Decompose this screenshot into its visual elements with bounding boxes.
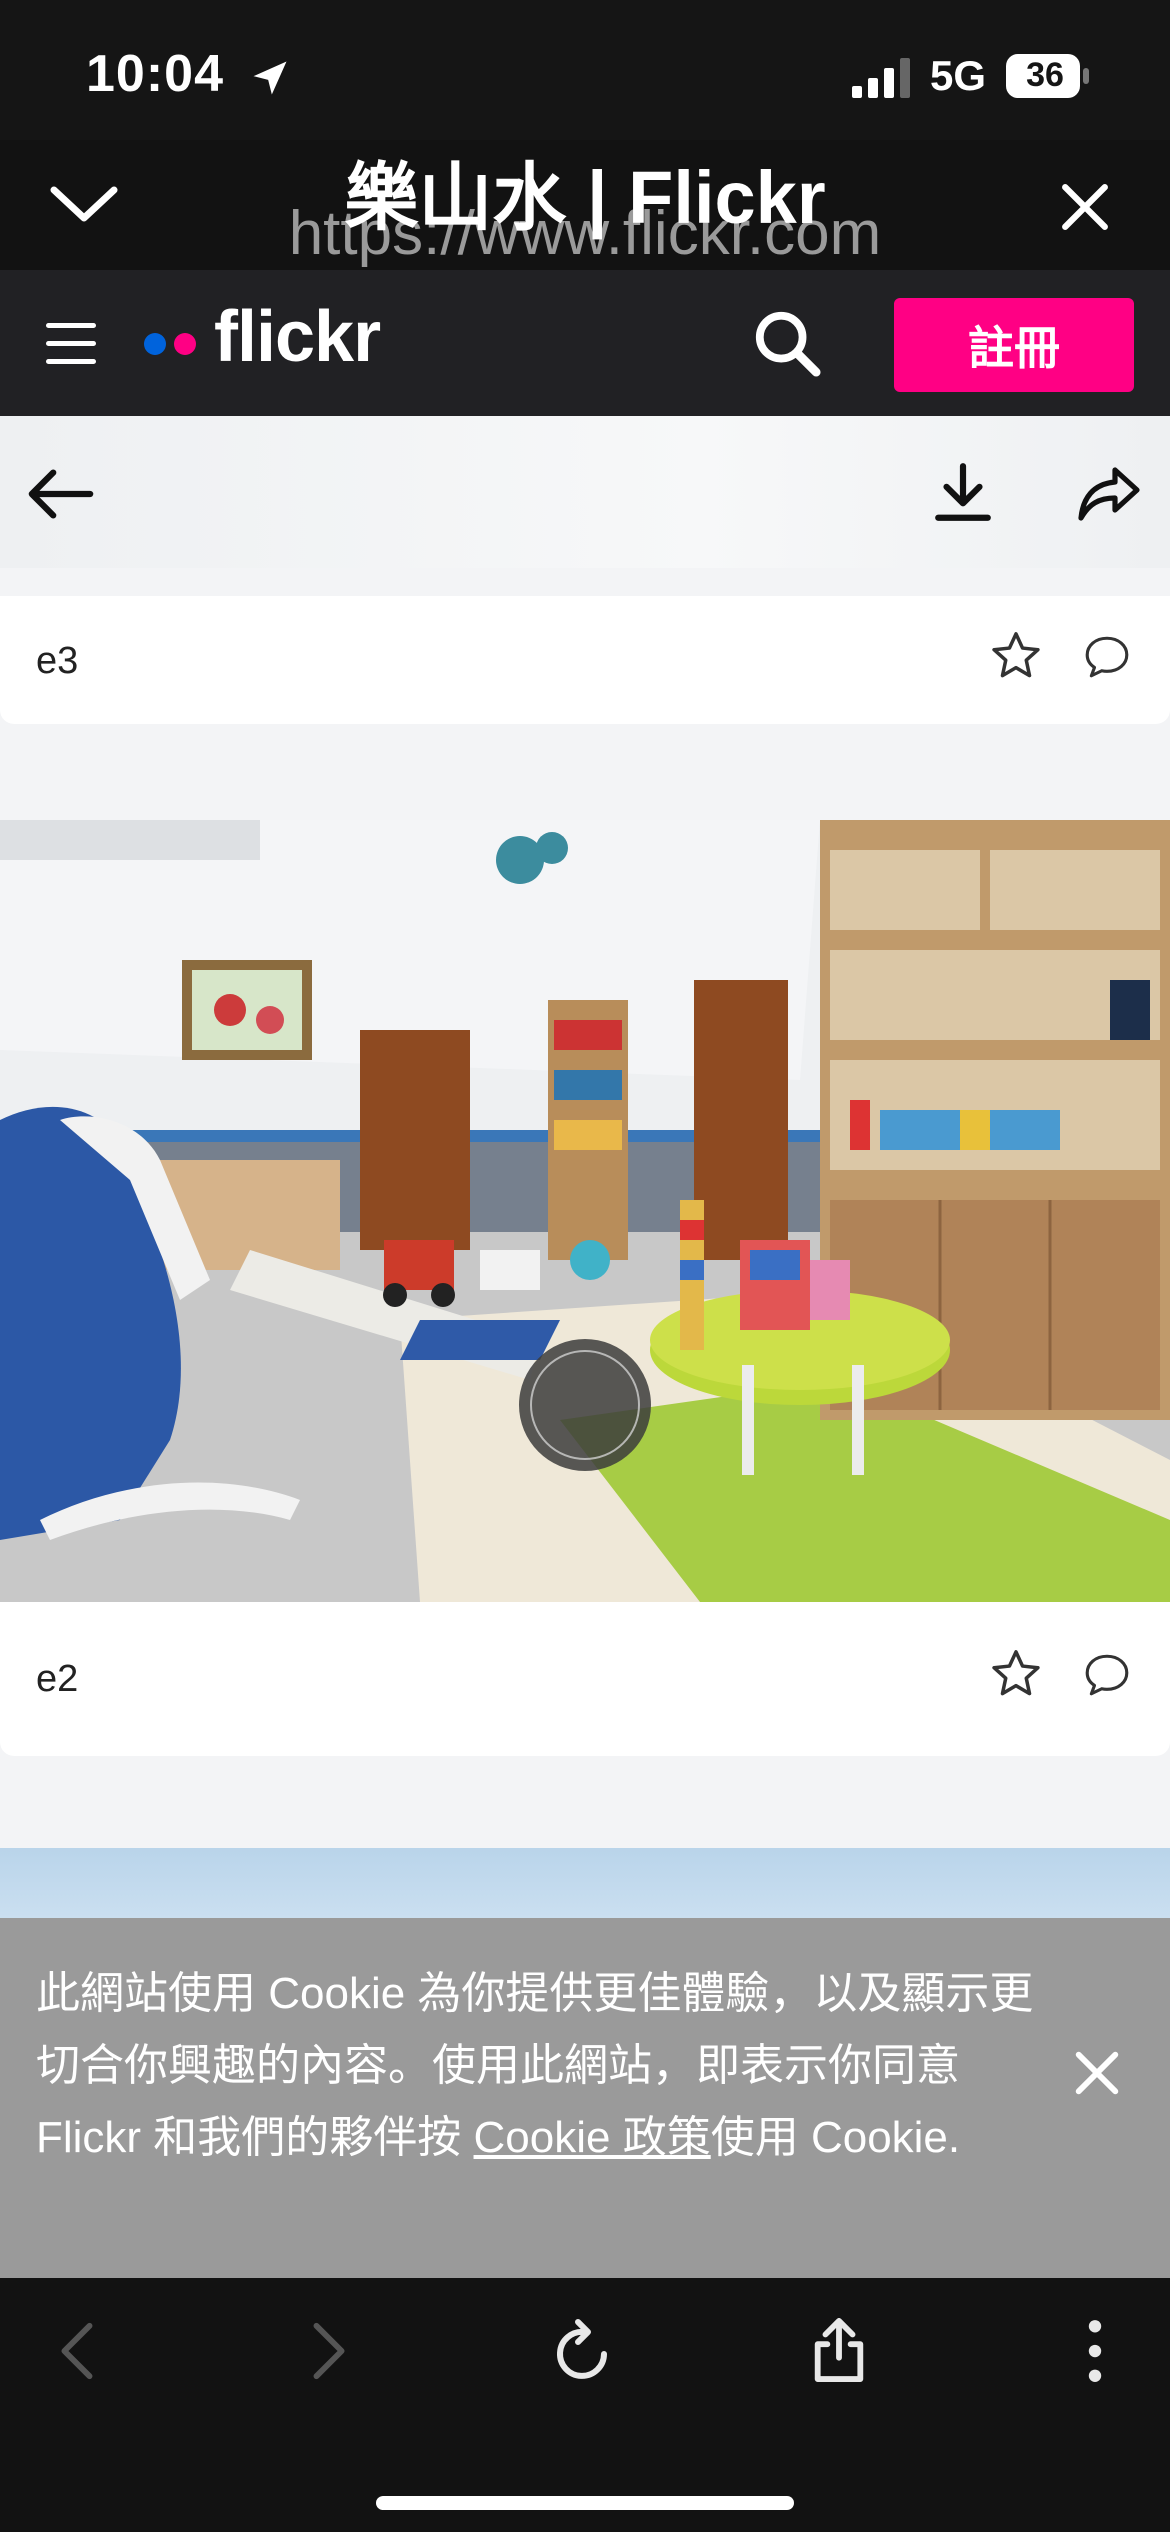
flickr-logo-dots[interactable] <box>144 333 200 355</box>
close-icon[interactable] <box>1058 180 1112 234</box>
logo-pink-dot <box>174 333 196 355</box>
signup-button[interactable]: 註冊 <box>894 298 1134 392</box>
status-time: 10:04 <box>86 45 224 103</box>
photo-image[interactable] <box>0 820 1170 1602</box>
chevron-down-icon[interactable] <box>48 180 120 228</box>
favorite-star-icon[interactable] <box>988 628 1044 684</box>
flickr-header: flickr 註冊 <box>0 270 1170 416</box>
photo-title[interactable]: e3 <box>36 640 78 683</box>
cellular-signal-icon <box>852 58 910 98</box>
browser-back-icon[interactable] <box>56 2320 96 2382</box>
browser-forward-icon[interactable] <box>310 2320 350 2382</box>
hamburger-menu-icon[interactable] <box>46 323 96 365</box>
comment-icon[interactable] <box>1082 632 1132 682</box>
share-arrow-icon[interactable] <box>1076 464 1142 524</box>
network-type: 5G <box>930 52 987 99</box>
page-title: 樂山水 | Flickr <box>344 156 826 239</box>
cookie-text: 此網站使用 Cookie 為你提供更佳體驗，以及顯示更切合你興趣的內容。使用此網… <box>36 1958 1036 2174</box>
share-icon[interactable] <box>808 2314 870 2386</box>
browser-toolbar <box>0 2278 1170 2532</box>
reload-icon[interactable] <box>552 2314 616 2386</box>
download-icon[interactable] <box>930 460 996 526</box>
photo-toolbar <box>0 416 1170 568</box>
close-icon[interactable] <box>1072 2048 1122 2098</box>
photo-title[interactable]: e2 <box>36 1658 78 1701</box>
cookie-text-end: 使用 Cookie. <box>710 2113 961 2162</box>
more-options-icon[interactable] <box>1080 2318 1110 2384</box>
battery-level: 36 <box>1026 56 1064 94</box>
logo-blue-dot <box>144 333 166 355</box>
photo-card: e3 <box>0 596 1170 724</box>
flickr-logo[interactable]: flickr <box>214 296 381 378</box>
search-icon[interactable] <box>752 308 822 378</box>
home-indicator <box>376 2496 794 2510</box>
cookie-policy-link[interactable]: Cookie 政策 <box>474 2113 711 2162</box>
photo-card: e2 <box>0 1602 1170 1756</box>
favorite-star-icon[interactable] <box>988 1646 1044 1702</box>
location-arrow-icon <box>253 61 287 95</box>
status-bar: 10:04 5G 36 <box>0 0 1170 140</box>
cookie-banner: 此網站使用 Cookie 為你提供更佳體驗，以及顯示更切合你興趣的內容。使用此網… <box>0 1918 1170 2278</box>
back-arrow-icon[interactable] <box>26 466 96 522</box>
comment-icon[interactable] <box>1082 1650 1132 1700</box>
